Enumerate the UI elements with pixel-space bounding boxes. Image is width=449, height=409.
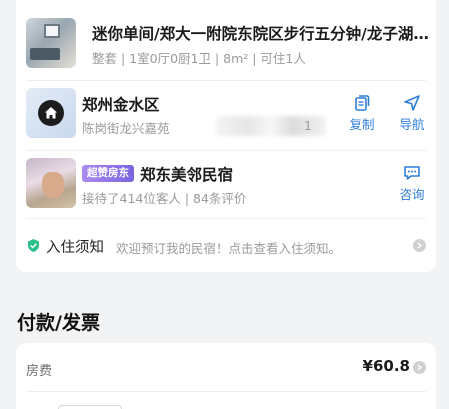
listing-thumbnail[interactable] (26, 18, 76, 68)
divider (26, 218, 426, 219)
listing-title: 迷你单间/郑大一附院东院区步行五分钟/龙子湖… (92, 25, 429, 43)
navigate-button[interactable]: 导航 (394, 94, 430, 133)
notice-text[interactable]: 欢迎预订我的民宿！点击查看入住须知。 (116, 238, 341, 257)
option-button[interactable] (58, 405, 122, 409)
host-avatar[interactable] (26, 158, 76, 208)
listing-details: 整套 | 1室0厅0厨1卫 | 8m² | 可住1人 (92, 51, 306, 66)
copy-label: 复制 (349, 117, 375, 132)
copy-icon (355, 95, 370, 111)
room-fee-label: 房费 (26, 364, 53, 379)
check-shield-icon (26, 238, 41, 257)
payment-card: 房费 ¥60.8 (16, 343, 436, 409)
divider (26, 391, 426, 392)
location-title: 郑州金水区 (82, 96, 160, 114)
chevron-right-icon[interactable] (413, 361, 426, 374)
location-address-suffix: 1 (304, 118, 312, 133)
room-fee-value[interactable]: ¥60.8 (363, 357, 410, 375)
host-stats: 接待了414位客人 | 84条评价 (82, 191, 247, 206)
navigate-label: 导航 (399, 117, 425, 132)
home-pin-icon (38, 100, 64, 126)
payment-section-title: 付款/发票 (17, 312, 100, 334)
consult-button[interactable]: 咨询 (394, 164, 430, 203)
copy-button[interactable]: 复制 (344, 94, 380, 133)
booking-info-card: 迷你单间/郑大一附院东院区步行五分钟/龙子湖… 整套 | 1室0厅0厨1卫 | … (16, 0, 436, 272)
listing-row[interactable]: 迷你单间/郑大一附院东院区步行五分钟/龙子湖… 整套 | 1室0厅0厨1卫 | … (26, 0, 429, 80)
notice-title[interactable]: 入住须知 (46, 236, 104, 257)
consult-label: 咨询 (399, 187, 425, 202)
chat-icon (404, 166, 420, 180)
host-name: 郑东美邻民宿 (140, 166, 234, 184)
super-host-badge: 超赞房东 (82, 165, 134, 182)
navigation-icon (404, 95, 420, 111)
chevron-right-icon[interactable] (413, 239, 426, 252)
map-thumbnail[interactable] (26, 88, 76, 138)
